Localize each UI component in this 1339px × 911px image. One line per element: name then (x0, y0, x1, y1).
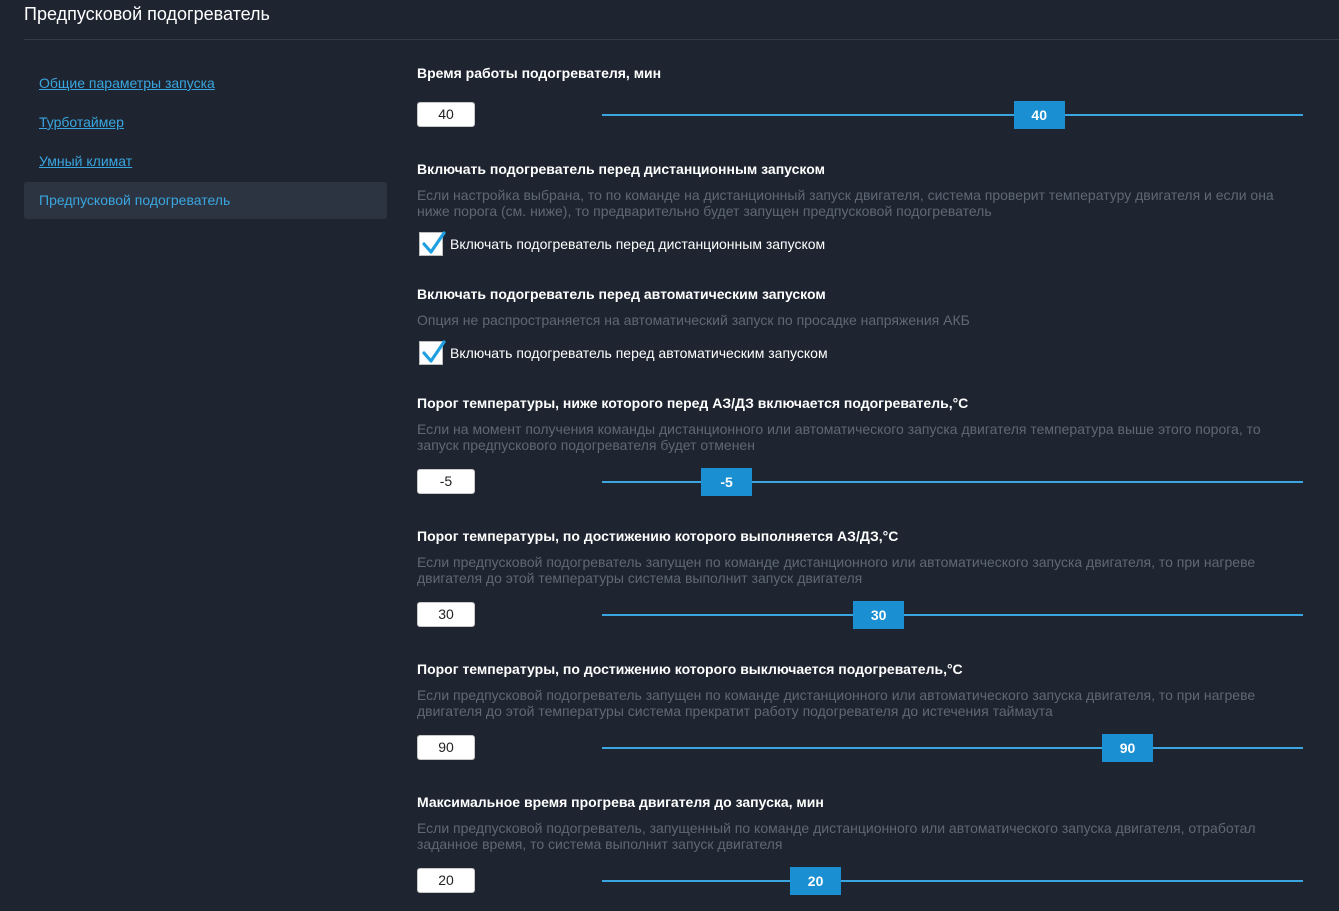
heater-runtime-slider[interactable]: 40 (602, 101, 1303, 129)
checkmark-icon (422, 340, 446, 363)
temp-threshold-off-description: Если предпусковой подогреватель запущен … (417, 687, 1256, 719)
remote-start-heater-title: Включать подогреватель перед дистанционн… (417, 161, 825, 177)
auto-start-heater-title: Включать подогреватель перед автоматичес… (417, 286, 826, 302)
remote-start-heater-description: Если настройка выбрана, то по команде на… (417, 187, 1274, 219)
slider-track (602, 747, 1303, 749)
checkmark-icon (422, 231, 446, 254)
sidebar: Общие параметры запуска Турботаймер Умны… (24, 65, 387, 221)
remote-start-heater-checkbox-label: Включать подогреватель перед дистанционн… (450, 236, 826, 252)
slider-track (602, 880, 1303, 882)
max-warmup-time-slider[interactable]: 20 (602, 867, 1303, 895)
auto-start-heater-checkbox-label: Включать подогреватель перед автоматичес… (450, 345, 828, 361)
heater-runtime-title: Время работы подогревателя, мин (417, 65, 662, 81)
slider-thumb[interactable]: 40 (1013, 101, 1065, 129)
temp-threshold-on-slider[interactable]: -5 (602, 468, 1303, 496)
temp-threshold-on-input[interactable] (417, 469, 475, 494)
temp-threshold-start-slider[interactable]: 30 (602, 601, 1303, 629)
temp-threshold-start-input[interactable] (417, 602, 475, 627)
temp-threshold-start-description: Если предпусковой подогреватель запущен … (417, 554, 1256, 586)
max-warmup-time-input[interactable] (417, 868, 475, 893)
sidebar-item-turbotimer[interactable]: Турботаймер (24, 104, 387, 141)
slider-thumb[interactable]: 30 (853, 601, 905, 629)
auto-start-heater-description: Опция не распространяется на автоматичес… (417, 312, 970, 328)
sidebar-item-preheater[interactable]: Предпусковой подогреватель (24, 182, 387, 219)
sidebar-item-smart-climate[interactable]: Умный климат (24, 143, 387, 180)
sidebar-item-general-start[interactable]: Общие параметры запуска (24, 65, 387, 102)
slider-track (602, 614, 1303, 616)
temp-threshold-start-title: Порог температуры, по достижению которог… (417, 528, 899, 544)
title-divider (24, 39, 1339, 40)
auto-start-heater-checkbox[interactable] (419, 340, 446, 365)
heater-runtime-input[interactable] (417, 102, 475, 127)
temp-threshold-off-input[interactable] (417, 735, 475, 760)
slider-thumb[interactable]: 20 (790, 867, 842, 895)
temp-threshold-off-slider[interactable]: 90 (602, 734, 1303, 762)
page-title: Предпусковой подогреватель (24, 4, 270, 24)
slider-thumb[interactable]: 90 (1102, 734, 1154, 762)
max-warmup-time-description: Если предпусковой подогреватель, запущен… (417, 820, 1256, 852)
temp-threshold-on-title: Порог температуры, ниже которого перед А… (417, 395, 969, 411)
temp-threshold-on-description: Если на момент получения команды дистанц… (417, 421, 1261, 453)
temp-threshold-off-title: Порог температуры, по достижению которог… (417, 661, 963, 677)
max-warmup-time-title: Максимальное время прогрева двигателя до… (417, 794, 824, 810)
slider-track (602, 114, 1303, 116)
remote-start-heater-checkbox[interactable] (419, 231, 446, 256)
slider-thumb[interactable]: -5 (701, 468, 753, 496)
